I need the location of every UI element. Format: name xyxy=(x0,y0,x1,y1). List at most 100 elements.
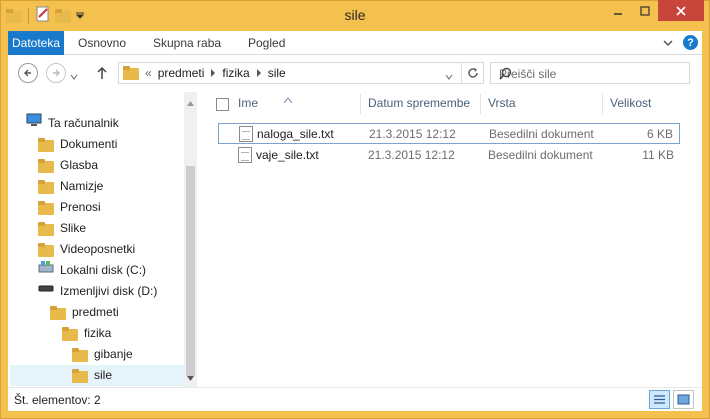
nav-item-label: Dokumenti xyxy=(60,137,118,151)
breadcrumb-overflow[interactable]: « xyxy=(145,66,152,80)
column-header-type[interactable]: Vrsta xyxy=(488,92,516,115)
nav-item-label: Glasba xyxy=(60,158,99,172)
nav-item-label: Namizje xyxy=(60,179,104,193)
chevron-right-icon[interactable] xyxy=(210,66,216,80)
scroll-down-icon[interactable] xyxy=(187,370,194,384)
folder-icon xyxy=(123,66,139,80)
nav-item-computer[interactable]: Ta računalnik xyxy=(26,113,119,134)
nav-item-removable-disk[interactable]: Izmenljivi disk (D:) xyxy=(38,281,157,302)
scroll-thumb[interactable] xyxy=(186,166,195,376)
ribbon-tabs: Datoteka Osnovno Skupna raba Pogled ? xyxy=(8,31,702,55)
column-divider[interactable] xyxy=(480,94,481,114)
address-row: « predmeti fizika sile Preišči sile xyxy=(8,55,702,92)
scroll-up-icon[interactable] xyxy=(187,95,194,109)
minimize-button[interactable] xyxy=(604,0,631,21)
nav-scrollbar[interactable] xyxy=(184,92,197,387)
nav-item-label: Lokalni disk (C:) xyxy=(60,263,147,277)
videos-folder-icon xyxy=(38,242,54,257)
close-button[interactable] xyxy=(658,0,704,21)
nav-item-downloads[interactable]: Prenosi xyxy=(38,197,101,218)
nav-item-videos[interactable]: Videoposnetki xyxy=(38,239,135,260)
pictures-folder-icon xyxy=(38,221,54,236)
maximize-button[interactable] xyxy=(631,0,658,21)
refresh-icon[interactable] xyxy=(461,63,483,83)
table-row[interactable]: vaje_sile.txt 21.3.2015 12:12 Besedilni … xyxy=(218,145,680,166)
folder-icon xyxy=(72,368,88,383)
text-file-icon xyxy=(239,126,253,145)
sort-ascending-icon xyxy=(283,92,293,106)
file-size: 6 KB xyxy=(646,127,673,141)
nav-item-music[interactable]: Glasba xyxy=(38,155,98,176)
nav-item-label: Izmenljivi disk (D:) xyxy=(60,284,158,298)
status-bar: Št. elementov: 2 xyxy=(8,387,702,411)
nav-item-label: Ta računalnik xyxy=(48,116,119,130)
window-controls xyxy=(604,0,704,21)
nav-item-label: Slike xyxy=(60,221,87,235)
music-folder-icon xyxy=(38,158,54,173)
nav-item-pictures[interactable]: Slike xyxy=(38,218,86,239)
nav-item-local-disk[interactable]: Lokalni disk (C:) xyxy=(38,260,146,281)
column-divider[interactable] xyxy=(602,94,603,114)
help-icon[interactable]: ? xyxy=(683,35,698,50)
file-name: naloga_sile.txt xyxy=(257,127,334,141)
up-arrow-icon[interactable] xyxy=(96,66,108,83)
folder-icon xyxy=(62,326,78,341)
nav-item-desktop[interactable]: Namizje xyxy=(38,176,103,197)
expand-ribbon-icon[interactable] xyxy=(663,36,673,50)
text-file-icon xyxy=(238,147,252,166)
navigation-pane: Ta računalnik Dokumenti Glasba Namizje P… xyxy=(8,92,198,387)
large-icons-view-button[interactable] xyxy=(673,390,694,409)
file-name: vaje_sile.txt xyxy=(256,148,319,162)
address-dropdown-icon[interactable] xyxy=(445,69,453,83)
computer-icon xyxy=(26,113,42,134)
documents-folder-icon xyxy=(38,137,54,152)
item-count: Št. elementov: 2 xyxy=(14,393,101,407)
forward-button[interactable] xyxy=(46,63,66,83)
nav-item-gibanje[interactable]: gibanje xyxy=(72,344,133,365)
table-row[interactable]: naloga_sile.txt 21.3.2015 12:12 Besediln… xyxy=(218,123,680,144)
nav-item-documents[interactable]: Dokumenti xyxy=(38,134,117,155)
file-date: 21.3.2015 12:12 xyxy=(368,148,455,162)
file-type: Besedilni dokument xyxy=(488,148,593,162)
column-header-size[interactable]: Velikost xyxy=(610,92,651,115)
recent-locations-icon[interactable] xyxy=(70,69,78,83)
tab-pogled[interactable]: Pogled xyxy=(248,31,285,55)
local-disk-icon xyxy=(38,260,54,281)
address-bar[interactable]: « predmeti fizika sile xyxy=(118,62,484,84)
breadcrumb-item[interactable]: fizika xyxy=(222,66,249,80)
file-date: 21.3.2015 12:12 xyxy=(369,127,456,141)
back-button[interactable] xyxy=(18,63,38,83)
tab-skupna-raba[interactable]: Skupna raba xyxy=(153,31,221,55)
folder-icon xyxy=(72,347,88,362)
file-type: Besedilni dokument xyxy=(489,127,594,141)
folder-icon xyxy=(50,305,66,320)
file-list: Ime Datum spremembe Vrsta Velikost nalog… xyxy=(198,92,702,387)
ribbon-controls: ? xyxy=(663,35,698,50)
nav-item-label: fizika xyxy=(84,326,112,340)
nav-item-label: sile xyxy=(94,368,113,382)
search-icon[interactable] xyxy=(499,67,683,83)
nav-item-fizika[interactable]: fizika xyxy=(62,323,111,344)
title-bar: sile xyxy=(0,0,710,31)
breadcrumb-item[interactable]: sile xyxy=(268,66,286,80)
details-view-button[interactable] xyxy=(649,390,670,409)
removable-disk-icon xyxy=(38,281,54,302)
select-all-checkbox[interactable] xyxy=(216,98,229,111)
tab-osnovno[interactable]: Osnovno xyxy=(78,31,126,55)
downloads-folder-icon xyxy=(38,200,54,215)
nav-item-label: predmeti xyxy=(72,305,119,319)
view-switcher xyxy=(649,390,694,409)
nav-item-label: gibanje xyxy=(94,347,133,361)
nav-item-label: Prenosi xyxy=(60,200,101,214)
tab-datoteka[interactable]: Datoteka xyxy=(8,31,64,55)
nav-item-predmeti[interactable]: predmeti xyxy=(50,302,119,323)
chevron-right-icon[interactable] xyxy=(256,66,262,80)
search-input[interactable]: Preišči sile xyxy=(490,62,690,84)
breadcrumb: « predmeti fizika sile xyxy=(123,66,286,80)
breadcrumb-item[interactable]: predmeti xyxy=(158,66,205,80)
column-divider[interactable] xyxy=(360,94,361,114)
nav-item-sile[interactable]: sile xyxy=(10,365,184,386)
column-header-date[interactable]: Datum spremembe xyxy=(368,92,470,115)
column-header-name[interactable]: Ime xyxy=(238,92,258,115)
desktop-folder-icon xyxy=(38,179,54,194)
